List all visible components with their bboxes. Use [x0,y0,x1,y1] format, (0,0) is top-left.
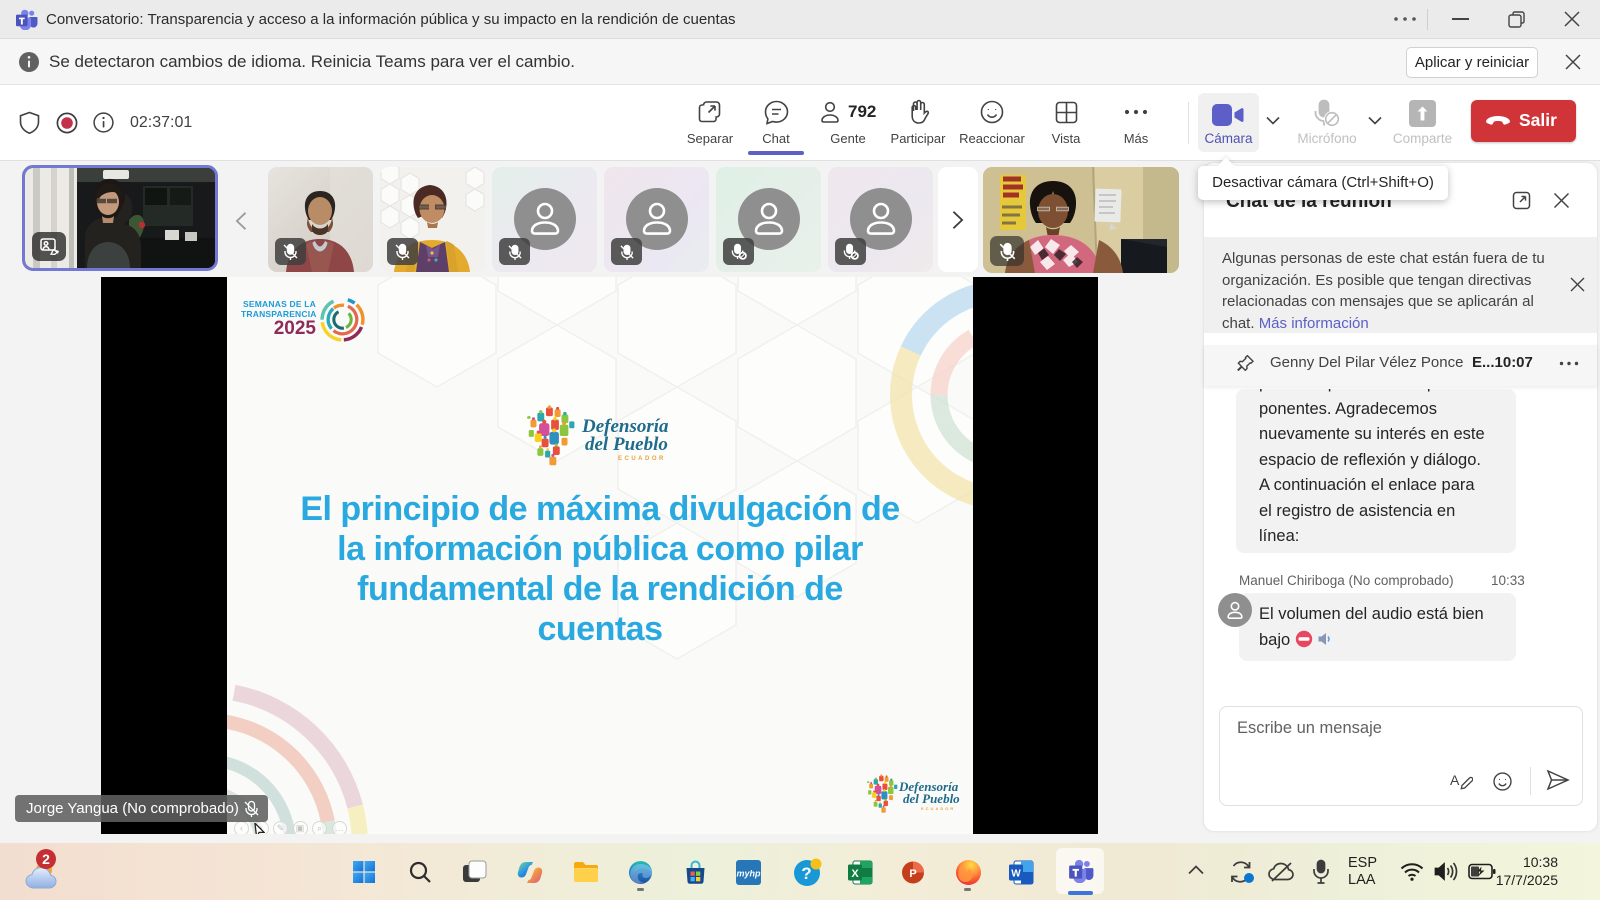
svg-text:2: 2 [42,851,50,867]
svg-text:P: P [909,868,916,880]
svg-text:X: X [851,868,859,880]
svg-text:myhp: myhp [736,869,761,879]
svg-text:A: A [1450,772,1460,788]
svg-text:?: ? [801,864,811,883]
svg-text:W: W [1011,869,1021,880]
